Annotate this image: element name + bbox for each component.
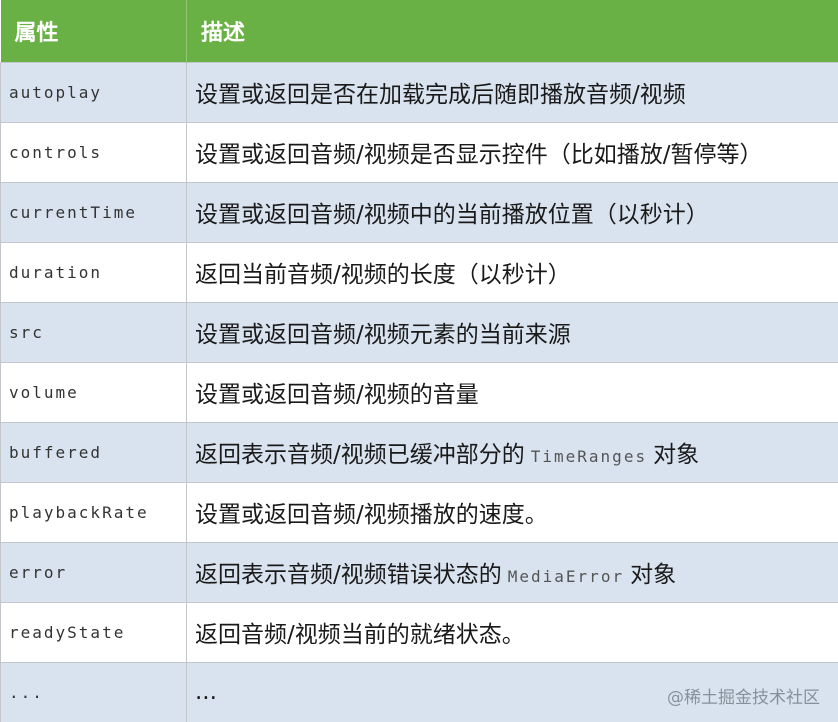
property-name: duration (0, 241, 187, 303)
table-row: playbackRate 设置或返回音频/视频播放的速度。 (0, 481, 838, 543)
property-name: src (0, 301, 187, 363)
table-row: controls 设置或返回音频/视频是否显示控件（比如播放/暂停等） (0, 121, 838, 183)
table-row: currentTime 设置或返回音频/视频中的当前播放位置（以秒计） (0, 181, 838, 243)
watermark: @稀土掘金技术社区 (667, 688, 820, 708)
table-row: duration 返回当前音频/视频的长度（以秒计） (0, 241, 838, 303)
properties-table: 属性 描述 autoplay 设置或返回是否在加载完成后随即播放音频/视频 co… (0, 0, 838, 722)
column-header-description: 描述 (186, 0, 838, 62)
property-description: 设置或返回音频/视频元素的当前来源 (186, 301, 838, 363)
property-description: 设置或返回是否在加载完成后随即播放音频/视频 (186, 61, 838, 123)
description-text: 对象 (653, 442, 700, 468)
property-description: 设置或返回音频/视频是否显示控件（比如播放/暂停等） (186, 121, 838, 183)
property-name: error (0, 541, 187, 603)
property-description: 设置或返回音频/视频的音量 (186, 361, 838, 423)
description-text: 返回表示音频/视频已缓冲部分的 (195, 442, 525, 468)
page: 属性 描述 autoplay 设置或返回是否在加载完成后随即播放音频/视频 co… (0, 0, 838, 722)
property-name: volume (0, 361, 187, 423)
table-row: src 设置或返回音频/视频元素的当前来源 (0, 301, 838, 363)
table-row: buffered 返回表示音频/视频已缓冲部分的 TimeRanges 对象 (0, 421, 838, 483)
table-row: volume 设置或返回音频/视频的音量 (0, 361, 838, 423)
description-text: 返回表示音频/视频错误状态的 (195, 562, 502, 588)
property-name: currentTime (0, 181, 187, 243)
property-name: playbackRate (0, 481, 187, 543)
property-description: 设置或返回音频/视频中的当前播放位置（以秒计） (186, 181, 838, 243)
table-row: error 返回表示音频/视频错误状态的 MediaError 对象 (0, 541, 838, 603)
property-name: buffered (0, 421, 187, 483)
type-code: TimeRanges (530, 447, 648, 466)
property-description: 返回音频/视频当前的就绪状态。 (186, 601, 838, 663)
description-text: 对象 (630, 562, 677, 588)
column-header-property: 属性 (0, 0, 187, 62)
property-description: 设置或返回音频/视频播放的速度。 (186, 481, 838, 543)
table-row: autoplay 设置或返回是否在加载完成后随即播放音频/视频 (0, 61, 838, 123)
property-name: controls (0, 121, 187, 183)
property-name: readyState (0, 601, 187, 663)
property-description: 返回表示音频/视频错误状态的 MediaError 对象 (186, 541, 838, 603)
property-name: ... (0, 661, 187, 722)
property-description: 返回表示音频/视频已缓冲部分的 TimeRanges 对象 (186, 421, 838, 483)
type-code: MediaError (507, 567, 625, 586)
property-name: autoplay (0, 61, 187, 123)
property-description: 返回当前音频/视频的长度（以秒计） (186, 241, 838, 303)
table-row: readyState 返回音频/视频当前的就绪状态。 (0, 601, 838, 663)
table-header-row: 属性 描述 (0, 0, 838, 62)
